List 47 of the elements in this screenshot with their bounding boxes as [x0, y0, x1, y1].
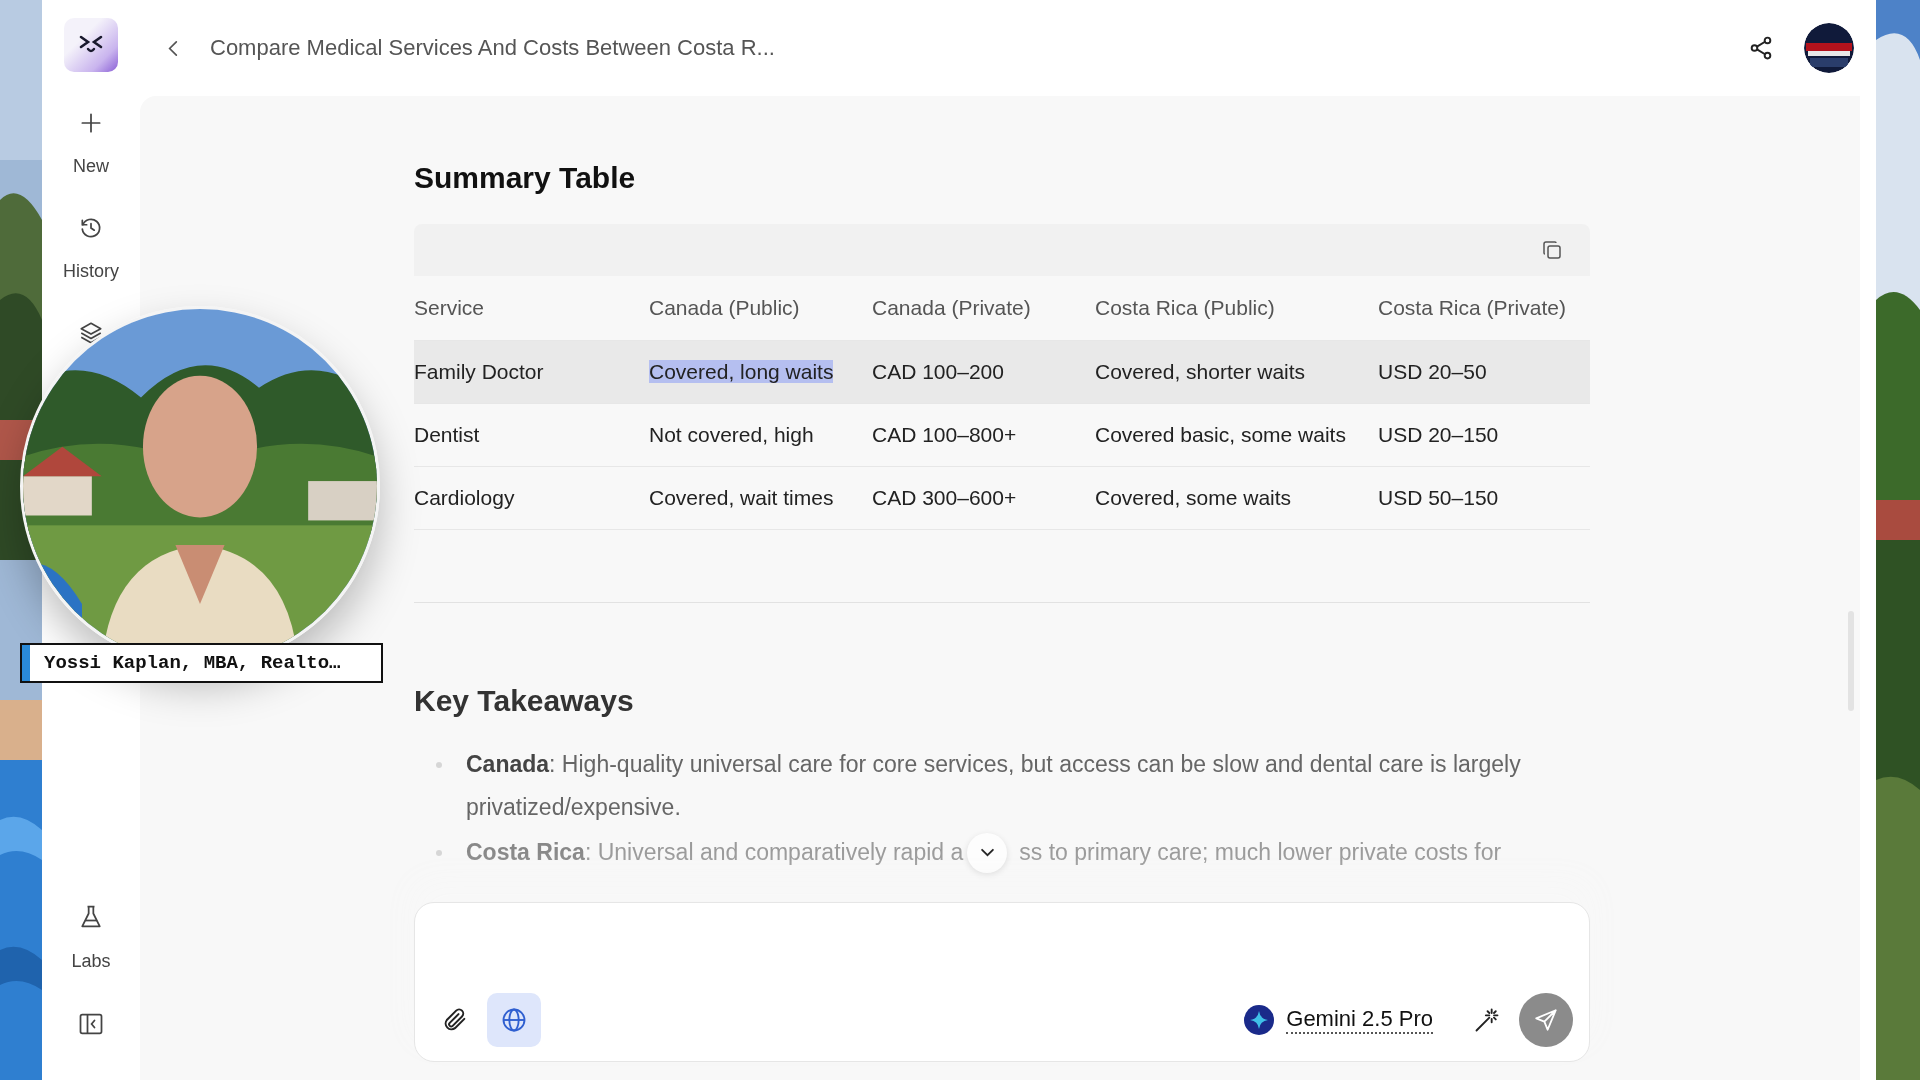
column-header: Canada (Public): [649, 296, 801, 320]
section-heading: Summary Table: [414, 160, 637, 196]
sidebar-label[interactable]: History: [63, 261, 119, 282]
magic-wand-icon[interactable]: [1473, 1006, 1501, 1034]
model-selector[interactable]: Gemini 2.5 Pro: [1286, 1006, 1433, 1034]
table-cell: USD 20–50: [1378, 360, 1487, 383]
name-caption: Yossi Kaplan, MBA, Realto…: [20, 643, 383, 683]
layers-icon[interactable]: [78, 320, 104, 346]
takeaway-text: Canada: High-quality universal care for core services, but access can be slow and dental care is largely privatized/expensive.: [465, 750, 1522, 822]
table-cell: Covered, long waits: [649, 360, 834, 383]
table-cell: Covered, shorter waits: [1095, 360, 1306, 383]
send-icon[interactable]: [1533, 1007, 1559, 1033]
bullet-dot: [436, 850, 442, 856]
column-header: Canada (Private): [872, 296, 1032, 320]
column-header: Costa Rica (Public): [1095, 296, 1276, 320]
avatar[interactable]: [1804, 23, 1854, 73]
chat-title: Compare Medical Services And Costs Between Costa R...: [210, 35, 775, 61]
table-cell: Not covered, high: [649, 423, 814, 446]
section-heading: Key Takeaways: [414, 683, 635, 719]
sidebar-label[interactable]: Labs: [71, 951, 111, 972]
table-cell: CAD 100–200: [872, 360, 1004, 383]
table-cell: Covered, some waits: [1095, 486, 1292, 509]
app-logo[interactable]: [64, 18, 118, 72]
sidebar-label[interactable]: New: [73, 156, 109, 177]
share-icon[interactable]: [1748, 35, 1774, 61]
bullet-dot: [436, 762, 442, 768]
chevron-down-icon[interactable]: [979, 848, 995, 857]
table-cell: CAD 300–600+: [872, 486, 1017, 509]
table-cell: Covered, wait times: [649, 486, 834, 509]
prompt-input[interactable]: Gemini 2.5 Pro: [414, 902, 1590, 1062]
send-button[interactable]: [1519, 993, 1573, 1047]
table-cell: USD 20–150: [1378, 423, 1499, 446]
copy-icon[interactable]: [1540, 238, 1564, 262]
web-search-button[interactable]: [487, 993, 541, 1047]
table-cell: CAD 100–800+: [872, 423, 1017, 446]
table-cell: Dentist: [414, 423, 480, 446]
column-header: Service: [414, 296, 486, 320]
table-cell: USD 50–150: [1378, 486, 1499, 509]
sparkle-icon[interactable]: [1244, 1005, 1275, 1035]
takeaway-text: Costa Rica: Universal and comparatively rapid a: [465, 838, 964, 867]
globe-icon[interactable]: [500, 1006, 528, 1034]
table-cell: Covered basic, some waits: [1095, 423, 1346, 446]
table-cell: Cardiology: [414, 486, 515, 509]
column-header: Costa Rica (Private): [1378, 296, 1567, 320]
table-cell: Family Doctor: [414, 360, 544, 383]
back-icon[interactable]: [168, 39, 178, 57]
takeaway-text: ss to primary care; much lower private costs for: [1018, 838, 1502, 867]
